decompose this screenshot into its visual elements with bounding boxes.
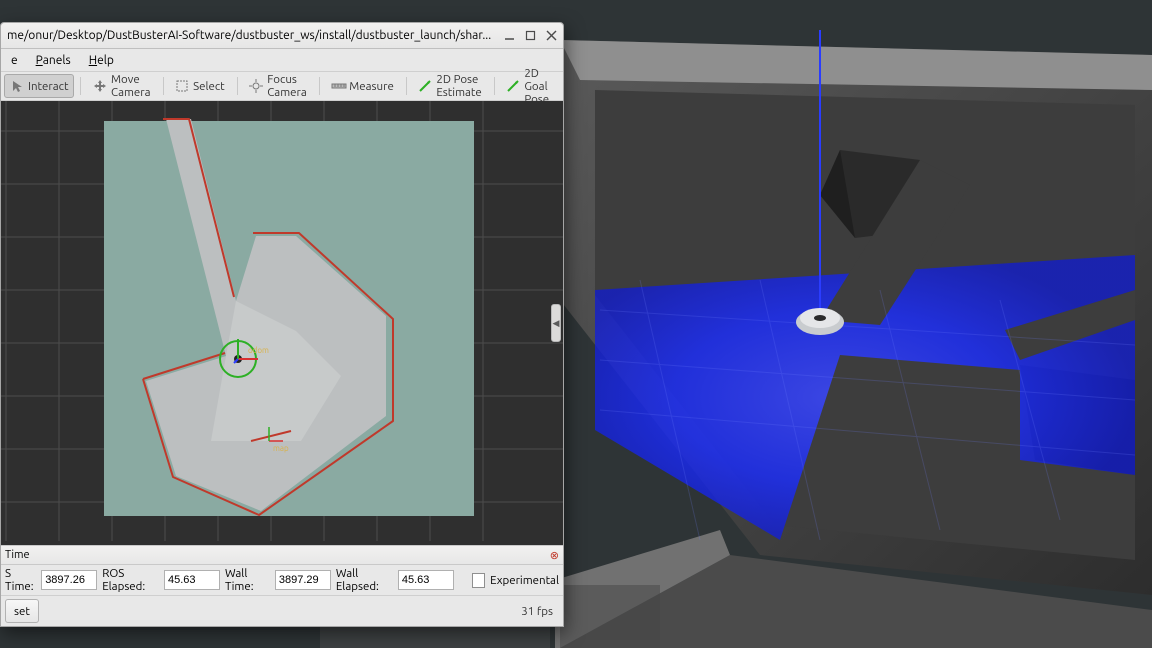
- panel-expand-handle[interactable]: ◀: [551, 304, 561, 342]
- time-panel-title: Time: [5, 549, 30, 561]
- bottom-bar: set 31 fps: [1, 596, 563, 626]
- window-maximize-icon[interactable]: [525, 30, 536, 41]
- interact-icon: [10, 79, 24, 93]
- toolbar-separator: [237, 77, 238, 95]
- tool-label: Measure: [349, 80, 394, 93]
- tool-measure[interactable]: Measure: [325, 74, 400, 98]
- rviz-window: me/onur/Desktop/DustBusterAI-Software/du…: [0, 22, 564, 627]
- rviz-3d-view[interactable]: odom map ◀: [1, 101, 563, 545]
- wall-time-label: Wall Time:: [225, 567, 270, 593]
- tool-label: 2D Pose Estimate: [436, 73, 481, 99]
- toolbar-separator: [494, 77, 495, 95]
- set-button[interactable]: set: [5, 599, 39, 623]
- toolbar-separator: [163, 77, 164, 95]
- toolbar-separator: [80, 77, 81, 95]
- tool-move-camera[interactable]: Move Camera: [87, 74, 157, 98]
- toolbar-separator: [406, 77, 407, 95]
- ros-elapsed-field[interactable]: [164, 570, 220, 590]
- time-panel-close-icon[interactable]: ⊗: [550, 549, 559, 562]
- experimental-label: Experimental: [490, 574, 559, 587]
- tool-2d-pose-estimate[interactable]: 2D Pose Estimate: [412, 74, 487, 98]
- goal-pose-icon: [506, 79, 520, 93]
- select-icon: [175, 79, 189, 93]
- tool-label: Focus Camera: [267, 73, 307, 99]
- menubar: e Panels Help: [1, 49, 563, 72]
- ros-elapsed-label: ROS Elapsed:: [102, 567, 159, 593]
- window-title: me/onur/Desktop/DustBusterAI-Software/du…: [7, 29, 504, 42]
- wall-elapsed-field[interactable]: [398, 570, 454, 590]
- set-button-label: set: [14, 605, 30, 618]
- wall-time-field[interactable]: [275, 570, 331, 590]
- svg-text:map: map: [273, 444, 289, 453]
- tool-interact[interactable]: Interact: [4, 74, 74, 98]
- ros-time-field[interactable]: [41, 570, 97, 590]
- fps-display: 31 fps: [521, 605, 559, 618]
- svg-text:odom: odom: [248, 346, 269, 355]
- time-panel-header: Time ⊗: [1, 545, 563, 565]
- tool-label: Move Camera: [111, 73, 151, 99]
- toolbar-separator: [319, 77, 320, 95]
- pose-estimate-icon: [418, 79, 432, 93]
- ros-time-label: S Time:: [5, 567, 36, 593]
- menu-help[interactable]: Help: [85, 53, 118, 68]
- menu-panels[interactable]: Panels: [32, 53, 75, 68]
- window-minimize-icon[interactable]: [504, 30, 515, 41]
- time-panel: S Time: ROS Elapsed: Wall Time: Wall Ela…: [1, 565, 563, 596]
- tool-2d-goal-pose[interactable]: 2D Goal Pose: [500, 74, 560, 98]
- toolbar: Interact Move Camera Select: [1, 72, 563, 101]
- experimental-checkbox[interactable]: [472, 573, 485, 588]
- window-titlebar[interactable]: me/onur/Desktop/DustBusterAI-Software/du…: [1, 23, 563, 49]
- move-camera-icon: [93, 79, 107, 93]
- tool-label: 2D Goal Pose: [524, 67, 554, 106]
- tool-label: Interact: [28, 80, 68, 93]
- menu-file[interactable]: e: [7, 53, 22, 68]
- tool-label: Select: [193, 80, 225, 93]
- wall-elapsed-label: Wall Elapsed:: [336, 567, 393, 593]
- tool-focus-camera[interactable]: Focus Camera: [243, 74, 313, 98]
- window-close-icon[interactable]: [546, 30, 557, 41]
- tool-select[interactable]: Select: [169, 74, 231, 98]
- measure-icon: [331, 79, 345, 93]
- focus-camera-icon: [249, 79, 263, 93]
